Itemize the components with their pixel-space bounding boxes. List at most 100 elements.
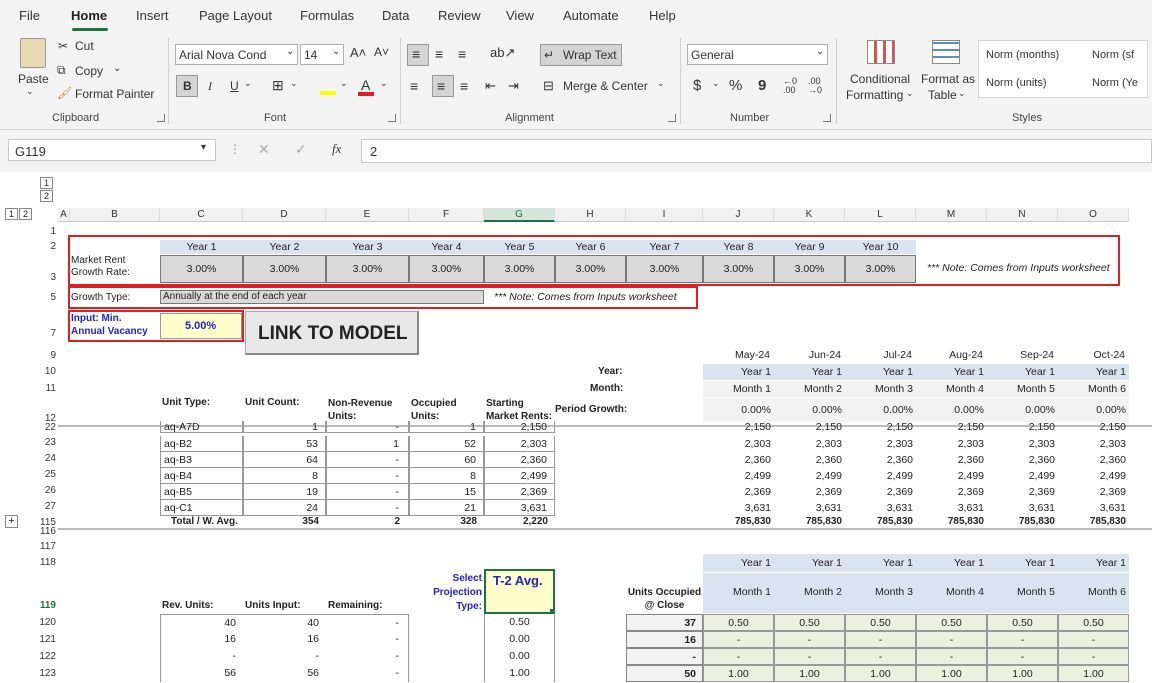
growth-rate-cell[interactable]: 3.00%	[243, 255, 326, 283]
col-header-j[interactable]: J	[703, 208, 774, 222]
menu-review[interactable]: Review	[438, 8, 481, 23]
row-header[interactable]: 122	[32, 651, 58, 662]
row-header[interactable]: 3	[32, 272, 58, 283]
projection-value-cell[interactable]: 1.00	[703, 665, 774, 682]
wrap-text-button[interactable]: ↵ Wrap Text	[540, 44, 622, 66]
style-norm-months[interactable]: Norm (months)	[986, 49, 1059, 61]
underline-chevron-icon[interactable]: ⌄	[244, 78, 252, 89]
copy-icon[interactable]: ⧉	[57, 63, 66, 78]
borders-icon[interactable]: ⊞	[272, 77, 284, 94]
paste-button[interactable]: Paste	[18, 72, 49, 86]
growth-type-cell[interactable]: Annually at the end of each year	[160, 290, 484, 304]
decrease-indent-icon[interactable]: ⇤	[485, 78, 496, 94]
row-header[interactable]: 25	[32, 469, 58, 480]
format-painter-button[interactable]: Format Painter	[75, 87, 154, 101]
decrease-font-icon[interactable]: A˅	[374, 45, 389, 59]
projection-value-cell[interactable]: 0.50	[774, 614, 845, 631]
comma-button[interactable]: 9	[758, 77, 766, 94]
enter-icon[interactable]: ✓	[295, 141, 307, 158]
projection-value-cell[interactable]: -	[1058, 631, 1129, 648]
projection-value-cell[interactable]: -	[703, 648, 774, 665]
menu-help[interactable]: Help	[649, 8, 676, 23]
col-header-b[interactable]: B	[70, 208, 160, 222]
growth-rate-cell[interactable]: 3.00%	[409, 255, 484, 283]
projection-value-cell[interactable]: 1.00	[916, 665, 987, 682]
clipboard-launcher-icon[interactable]	[157, 114, 165, 122]
vacancy-input[interactable]: 5.00%	[160, 313, 242, 339]
projection-value-cell[interactable]: -	[987, 648, 1058, 665]
projection-type-select[interactable]: T-2 Avg.	[484, 569, 555, 614]
menu-file[interactable]: File	[19, 8, 40, 23]
col-header-a[interactable]: A	[58, 208, 70, 222]
growth-rate-cell[interactable]: 3.00%	[774, 255, 845, 283]
font-size-select[interactable]: 14 ⌄	[300, 44, 344, 65]
percent-button[interactable]: %	[729, 77, 742, 94]
projection-g-cell[interactable]: 1.00	[484, 665, 555, 682]
format-as-table-icon[interactable]	[932, 40, 960, 64]
col-outline-level-1-button[interactable]: 1	[5, 208, 18, 220]
row-header[interactable]: 2	[32, 241, 58, 252]
row-header[interactable]: 116	[32, 526, 58, 537]
outline-level-2-button[interactable]: 2	[40, 190, 53, 202]
growth-rate-cell[interactable]: 3.00%	[555, 255, 626, 283]
growth-rate-cell[interactable]: 3.00%	[845, 255, 916, 283]
projection-g-cell[interactable]: 0.00	[484, 631, 555, 648]
row-header[interactable]: 22	[32, 422, 58, 433]
decrease-decimal-icon[interactable]: .00 →0	[808, 77, 822, 95]
projection-value-cell[interactable]: 0.50	[987, 614, 1058, 631]
row-header[interactable]: 123	[32, 668, 58, 679]
growth-rate-cell[interactable]: 3.00%	[484, 255, 555, 283]
outline-level-1-button[interactable]: 1	[40, 177, 53, 189]
format-as-table-label1[interactable]: Format as	[921, 72, 975, 86]
projection-value-cell[interactable]: -	[916, 631, 987, 648]
projection-value-cell[interactable]: 0.50	[845, 614, 916, 631]
projection-value-cell[interactable]: 0.50	[703, 614, 774, 631]
align-right-icon[interactable]: ≡	[460, 78, 468, 94]
font-launcher-icon[interactable]	[388, 114, 396, 122]
font-color-icon[interactable]: A	[358, 75, 374, 97]
chevron-down-icon[interactable]: ⌄	[958, 88, 966, 99]
middle-align-icon[interactable]: ≡	[435, 46, 443, 62]
borders-chevron-icon[interactable]: ⌄	[290, 78, 298, 89]
bold-button[interactable]: B	[176, 75, 198, 97]
chevron-down-icon[interactable]: ⌄	[906, 88, 914, 99]
projection-value-cell[interactable]: -	[774, 631, 845, 648]
cut-button[interactable]: Cut	[75, 39, 94, 53]
projection-value-cell[interactable]: -	[1058, 648, 1129, 665]
col-header-d[interactable]: D	[243, 208, 326, 222]
col-header-f[interactable]: F	[409, 208, 484, 222]
projection-value-cell[interactable]: -	[845, 648, 916, 665]
growth-rate-cell[interactable]: 3.00%	[326, 255, 409, 283]
col-header-m[interactable]: M	[916, 208, 987, 222]
paste-chevron-icon[interactable]: ⌄	[26, 86, 34, 97]
font-name-select[interactable]: Arial Nova Cond ⌄	[175, 44, 298, 65]
projection-value-cell[interactable]: 1.00	[845, 665, 916, 682]
projection-g-cell[interactable]: 0.00	[484, 648, 555, 665]
merge-center-icon[interactable]: ⊟	[543, 78, 554, 94]
conditional-formatting-icon[interactable]	[867, 40, 895, 64]
projection-value-cell[interactable]: 1.00	[774, 665, 845, 682]
projection-value-cell[interactable]: 1.00	[1058, 665, 1129, 682]
col-header-i[interactable]: I	[626, 208, 703, 222]
row-header[interactable]: 9	[32, 350, 58, 361]
projection-g-cell[interactable]: 0.50	[484, 614, 555, 631]
font-color-chevron-icon[interactable]: ⌄	[380, 78, 388, 89]
format-as-table-label2[interactable]: Table	[928, 88, 957, 102]
col-header-n[interactable]: N	[987, 208, 1058, 222]
row-header[interactable]: 119	[32, 600, 58, 611]
row-header[interactable]: 117	[32, 541, 58, 552]
col-header-k[interactable]: K	[774, 208, 845, 222]
currency-button[interactable]: $	[693, 77, 701, 94]
growth-rate-cell[interactable]: 3.00%	[703, 255, 774, 283]
number-launcher-icon[interactable]	[823, 114, 831, 122]
row-header[interactable]: 1	[32, 226, 58, 237]
row-header[interactable]: 26	[32, 485, 58, 496]
row-header[interactable]: 120	[32, 617, 58, 628]
menu-automate[interactable]: Automate	[563, 8, 619, 23]
style-norm-sf[interactable]: Norm (sf	[1092, 49, 1134, 61]
growth-rate-cell[interactable]: 3.00%	[160, 255, 243, 283]
menu-formulas[interactable]: Formulas	[300, 8, 354, 23]
projection-value-cell[interactable]: 0.50	[1058, 614, 1129, 631]
copy-button[interactable]: Copy	[75, 64, 103, 78]
cut-icon[interactable]: ✂	[58, 39, 68, 53]
